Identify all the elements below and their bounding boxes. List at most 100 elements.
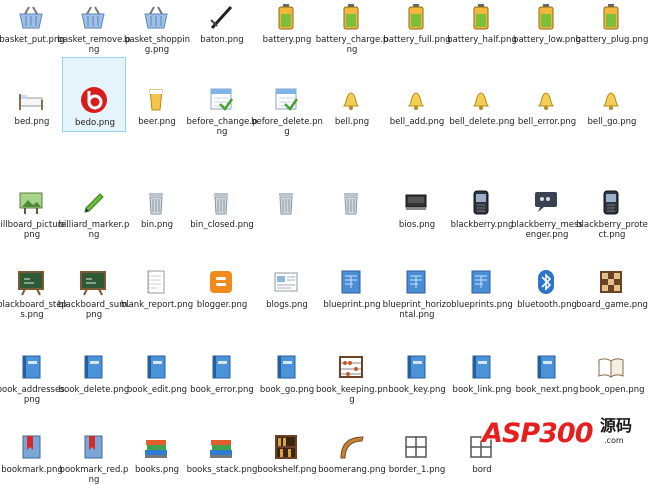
file-name: books.png bbox=[134, 465, 180, 475]
bedo-icon bbox=[79, 85, 109, 115]
file-name: book_edit.png bbox=[126, 385, 188, 395]
book-icon bbox=[531, 352, 561, 382]
file-name: before_change.png bbox=[186, 117, 258, 137]
watermark-cn: 源码 bbox=[600, 416, 633, 435]
file-item[interactable]: bed.png bbox=[0, 57, 64, 137]
file-item[interactable]: bin.png bbox=[125, 160, 189, 240]
file-item[interactable]: blank_report.png bbox=[121, 240, 193, 320]
file-name: bell_add.png bbox=[389, 117, 445, 127]
file-name: bookshelf.png bbox=[257, 465, 317, 475]
file-item[interactable]: book_error.png bbox=[190, 325, 254, 405]
file-item[interactable]: book_delete.png bbox=[59, 325, 129, 405]
file-name: battery_half.png bbox=[447, 35, 517, 45]
battery-icon bbox=[466, 2, 496, 32]
bin-icon bbox=[141, 187, 171, 217]
file-name: blueprint_horizontal.png bbox=[382, 300, 452, 320]
file-name: battery.png bbox=[262, 35, 312, 45]
basket-icon bbox=[16, 2, 46, 32]
blackboard-icon bbox=[16, 267, 46, 297]
file-item[interactable]: bluetooth.png bbox=[515, 240, 579, 320]
file-item[interactable]: book_keeping.png bbox=[316, 325, 388, 405]
file-name: baton.png bbox=[200, 35, 244, 45]
file-item[interactable]: blackboard_steps.png bbox=[0, 240, 67, 320]
book-icon bbox=[78, 352, 108, 382]
file-name: blogs.png bbox=[266, 300, 308, 310]
bell-icon bbox=[596, 84, 626, 114]
book-icon bbox=[466, 352, 496, 382]
abacus-icon bbox=[336, 352, 366, 382]
file-name: blackberry_protect.png bbox=[576, 220, 648, 240]
file-item[interactable]: book_addresses.png bbox=[0, 325, 67, 405]
bin-icon bbox=[271, 187, 301, 217]
file-item[interactable] bbox=[320, 160, 384, 240]
watermark: ASP300 源码 .com bbox=[478, 406, 650, 458]
file-item[interactable]: blackberry_protect.png bbox=[576, 160, 648, 240]
file-name: battery_plug.png bbox=[575, 35, 649, 45]
file-item[interactable]: blogger.png bbox=[190, 240, 254, 320]
file-item[interactable]: bedo.png bbox=[62, 57, 126, 132]
file-name: battery_low.png bbox=[513, 35, 581, 45]
file-item[interactable]: book_edit.png bbox=[125, 325, 189, 405]
file-item[interactable] bbox=[255, 160, 319, 240]
file-item[interactable]: billiard_marker.png bbox=[59, 160, 129, 240]
blueprint-icon bbox=[466, 267, 496, 297]
file-item[interactable]: blueprint_horizontal.png bbox=[383, 240, 451, 320]
file-item[interactable]: bin_closed.png bbox=[190, 160, 254, 240]
file-item[interactable]: boomerang.png bbox=[318, 405, 386, 485]
battery-icon bbox=[336, 2, 366, 32]
file-item[interactable]: bookshelf.png bbox=[255, 405, 319, 485]
board-game-icon bbox=[596, 267, 626, 297]
file-item[interactable]: blueprint.png bbox=[320, 240, 384, 320]
file-name: battery_charge.png bbox=[315, 35, 389, 55]
blueprint-icon bbox=[401, 267, 431, 297]
file-name: bell_delete.png bbox=[449, 117, 515, 127]
file-grid: basket_put.png basket_remove.png basket_sh… bbox=[0, 0, 650, 485]
file-name: book_next.png bbox=[515, 385, 579, 395]
file-item[interactable]: blackboard_sum.png bbox=[58, 240, 130, 320]
phone-icon bbox=[596, 187, 626, 217]
bell-icon bbox=[466, 84, 496, 114]
file-item[interactable]: board_game.png bbox=[576, 240, 648, 320]
file-item[interactable]: bell_error.png bbox=[515, 57, 579, 137]
file-item[interactable]: bookmark.png bbox=[0, 405, 64, 485]
file-item[interactable]: before_delete.png bbox=[251, 57, 323, 137]
file-name: bell_go.png bbox=[587, 117, 637, 127]
file-name: book_keeping.png bbox=[315, 385, 389, 405]
file-item[interactable]: bell_add.png bbox=[385, 57, 449, 137]
file-item[interactable]: bios.png bbox=[385, 160, 449, 240]
file-item[interactable]: bell_go.png bbox=[580, 57, 644, 137]
file-name: book_go.png bbox=[259, 385, 315, 395]
file-item[interactable]: blackberry.png bbox=[450, 160, 514, 240]
file-item[interactable]: book_key.png bbox=[385, 325, 449, 405]
file-item[interactable]: border_1.png bbox=[385, 405, 449, 485]
file-item[interactable]: bell_delete.png bbox=[449, 57, 515, 137]
file-name: blackberry_messenger.png bbox=[511, 220, 583, 240]
file-name: bord bbox=[472, 465, 492, 475]
file-name: before_delete.png bbox=[251, 117, 323, 137]
file-name: book_error.png bbox=[190, 385, 254, 395]
book-icon bbox=[16, 352, 46, 382]
file-item[interactable]: book_link.png bbox=[450, 325, 514, 405]
file-item[interactable]: bell.png bbox=[320, 57, 384, 137]
file-name: book_open.png bbox=[579, 385, 645, 395]
file-item[interactable]: beer.png bbox=[125, 57, 189, 137]
file-item[interactable]: book_next.png bbox=[515, 325, 579, 405]
basket-icon bbox=[141, 2, 171, 32]
file-name: border_1.png bbox=[388, 465, 446, 475]
file-item[interactable]: blogs.png bbox=[255, 240, 319, 320]
file-item[interactable]: bookmark_red.png bbox=[60, 405, 128, 485]
baton-icon bbox=[206, 2, 236, 32]
blogs-icon bbox=[271, 267, 301, 297]
file-name: bios.png bbox=[398, 220, 436, 230]
file-item[interactable]: book_open.png bbox=[579, 325, 645, 405]
file-item[interactable]: billboard_picture.png bbox=[0, 160, 69, 240]
file-item[interactable]: book_go.png bbox=[255, 325, 319, 405]
file-item[interactable]: books.png bbox=[125, 405, 189, 485]
file-item[interactable]: books_stack.png bbox=[187, 405, 257, 485]
battery-icon bbox=[271, 2, 301, 32]
file-item[interactable]: blueprints.png bbox=[450, 240, 514, 320]
file-item[interactable]: before_change.png bbox=[187, 57, 257, 137]
file-name: basket_shopping.png bbox=[123, 35, 191, 55]
book-open-icon bbox=[596, 352, 626, 382]
file-item[interactable]: blackberry_messenger.png bbox=[511, 160, 583, 240]
